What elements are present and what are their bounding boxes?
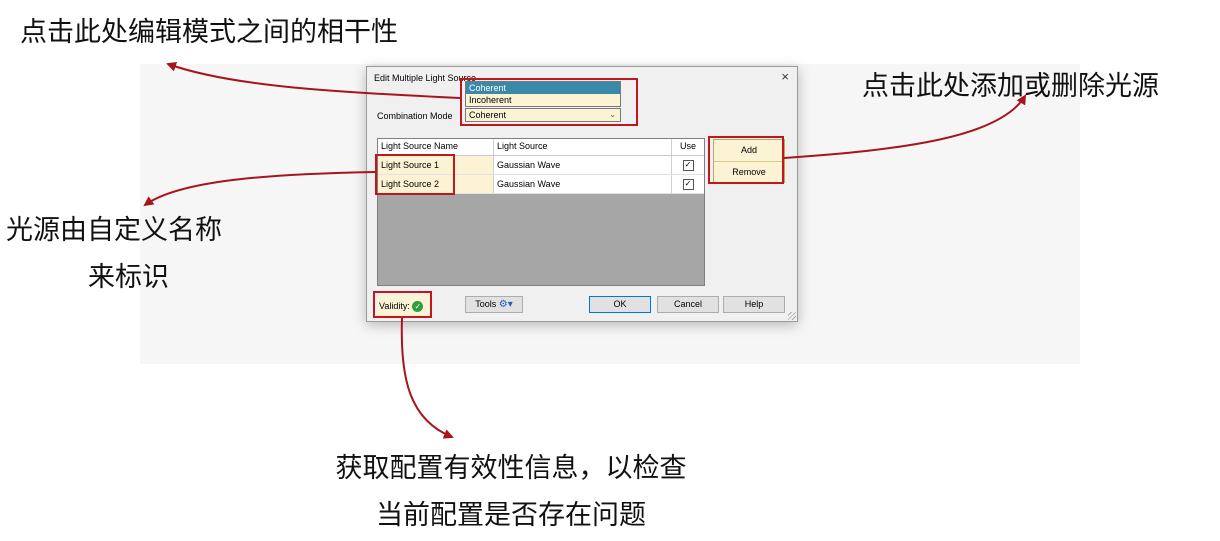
arrow-validity — [400, 317, 454, 439]
arrow-naming — [143, 171, 376, 207]
arrow-coherence — [166, 61, 461, 99]
annotation-arrows — [143, 61, 1027, 439]
arrow-add-remove — [783, 94, 1027, 159]
